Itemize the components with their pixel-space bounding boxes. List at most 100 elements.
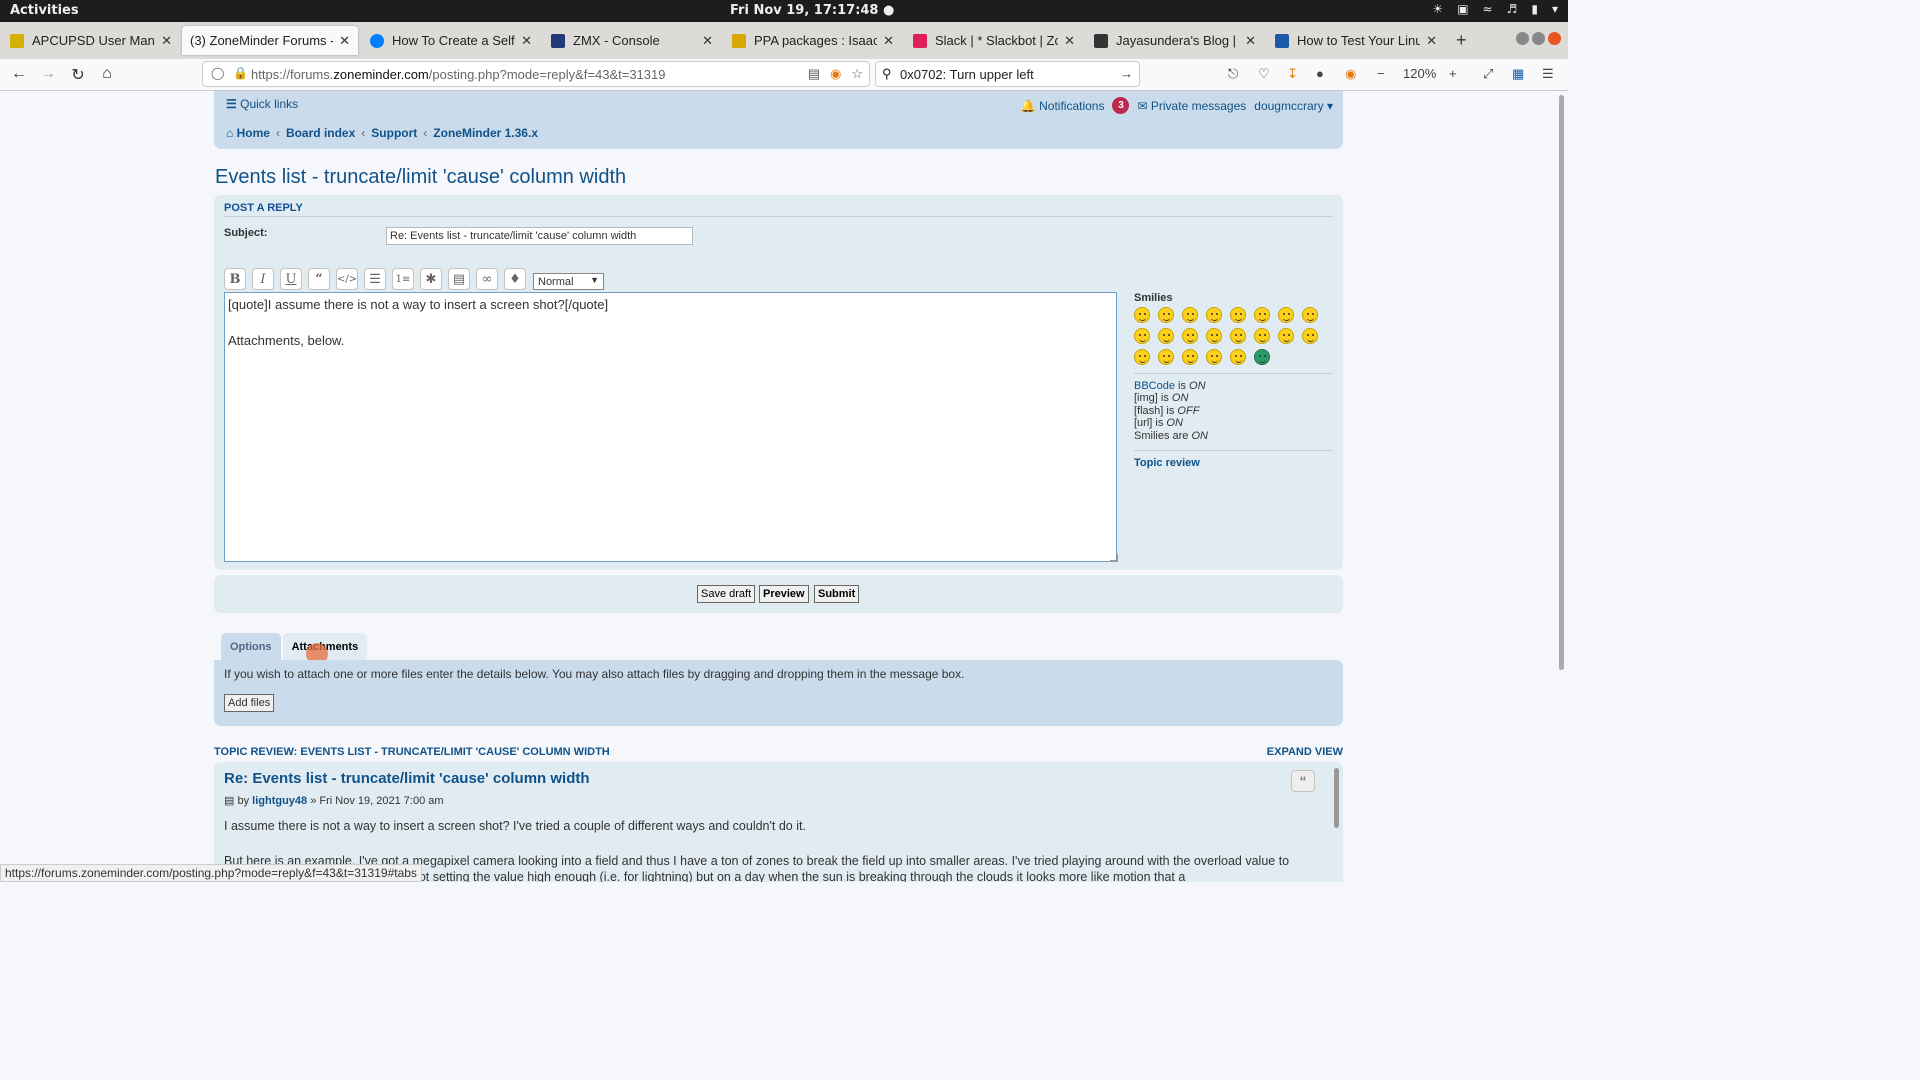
browser-tab[interactable]: ZMX - Console ✕ xyxy=(543,26,721,55)
preview-button[interactable]: Preview xyxy=(759,585,809,603)
user-avatar-icon[interactable]: ▣ xyxy=(1457,2,1468,16)
back-arrow-icon[interactable]: ← xyxy=(9,65,29,83)
smiley-icon[interactable] xyxy=(1254,328,1270,344)
smiley-icon[interactable] xyxy=(1158,328,1174,344)
close-tab-icon[interactable]: ✕ xyxy=(1426,33,1437,49)
close-tab-icon[interactable]: ✕ xyxy=(883,33,894,49)
browser-tab[interactable]: How To Create a Self-Sig ✕ xyxy=(362,26,540,55)
geek-smiley-icon[interactable] xyxy=(1254,349,1270,365)
question-icon[interactable] xyxy=(1158,349,1174,365)
reader-view-icon[interactable]: ▤ xyxy=(808,66,820,82)
shield-icon[interactable]: ◯ xyxy=(211,66,224,80)
lock-icon[interactable]: 🔒 xyxy=(233,66,248,80)
smiley-icon[interactable] xyxy=(1230,349,1246,365)
close-window-icon[interactable] xyxy=(1548,32,1561,45)
bold-icon[interactable]: B xyxy=(224,268,246,290)
pocket-icon[interactable]: ♡ xyxy=(1258,66,1270,82)
bookmark-star-icon[interactable]: ☆ xyxy=(851,66,863,82)
color-drop-icon[interactable]: ♦ xyxy=(504,268,526,290)
close-tab-icon[interactable]: ✕ xyxy=(1064,33,1075,49)
topic-review-link[interactable]: Topic review xyxy=(1134,457,1334,469)
activities-button[interactable]: Activities xyxy=(10,3,79,18)
breadcrumb-board-index[interactable]: Board index xyxy=(286,126,355,140)
list-item-asterisk-icon[interactable]: ✱ xyxy=(420,268,442,290)
close-tab-icon[interactable]: ✕ xyxy=(521,33,532,49)
smiley-icon[interactable] xyxy=(1134,328,1150,344)
smiley-icon[interactable] xyxy=(1302,307,1318,323)
smiley-icon[interactable] xyxy=(1158,307,1174,323)
smiley-icon[interactable] xyxy=(1302,328,1318,344)
browser-tab-active[interactable]: (3) ZoneMinder Forums - Po ✕ xyxy=(182,26,358,55)
notification-count-badge[interactable]: 3 xyxy=(1112,97,1130,114)
home-icon[interactable]: ⌂ xyxy=(97,65,117,83)
feed-icon[interactable]: ◉ xyxy=(1345,66,1356,82)
arrow-icon[interactable] xyxy=(1206,349,1222,365)
screenshot-icon[interactable]: ⎋ xyxy=(1228,66,1238,82)
zoom-level[interactable]: 120% xyxy=(1403,66,1436,81)
breadcrumb-support[interactable]: Support xyxy=(371,126,417,140)
tab-options[interactable]: Options xyxy=(221,633,281,660)
search-bar[interactable]: ⚲ 0x0702: Turn upper left → xyxy=(875,61,1140,87)
breadcrumb-home[interactable]: ⌂ Home xyxy=(226,126,270,140)
smiley-icon[interactable] xyxy=(1134,307,1150,323)
notifications-link[interactable]: 🔔 Notifications xyxy=(1021,99,1105,113)
smiley-icon[interactable] xyxy=(1182,307,1198,323)
minimize-window-icon[interactable] xyxy=(1516,32,1529,45)
reader-extension-icon[interactable]: ▦ xyxy=(1512,66,1524,82)
smiley-icon[interactable] xyxy=(1278,328,1294,344)
rss-icon[interactable]: ◉ xyxy=(830,66,841,82)
page-scrollbar[interactable] xyxy=(1559,95,1564,670)
exclamation-icon[interactable] xyxy=(1134,349,1150,365)
browser-tab[interactable]: Slack | * Slackbot | ZoneM ✕ xyxy=(905,26,1083,55)
close-tab-icon[interactable]: ✕ xyxy=(339,33,350,49)
page-title[interactable]: Events list - truncate/limit 'cause' col… xyxy=(215,166,626,189)
zoom-in-icon[interactable]: + xyxy=(1449,66,1457,81)
underline-icon[interactable]: U xyxy=(280,268,302,290)
code-icon[interactable]: </> xyxy=(336,268,358,290)
review-scrollbar[interactable] xyxy=(1334,768,1339,828)
smiley-icon[interactable] xyxy=(1206,307,1222,323)
smiley-icon[interactable] xyxy=(1182,328,1198,344)
close-tab-icon[interactable]: ✕ xyxy=(161,33,172,49)
message-textarea[interactable]: [quote]I assume there is not a way to in… xyxy=(224,292,1117,562)
downloads-icon[interactable]: ↧ xyxy=(1287,66,1298,82)
new-tab-plus-icon[interactable]: + xyxy=(1456,30,1467,51)
battery-icon[interactable]: ▮ xyxy=(1531,2,1538,16)
browser-tab[interactable]: PPA packages : Isaac Con ✕ xyxy=(724,26,902,55)
list-icon[interactable]: ☰ xyxy=(364,268,386,290)
smiley-icon[interactable] xyxy=(1230,307,1246,323)
smiley-icon[interactable] xyxy=(1254,307,1270,323)
idea-icon[interactable] xyxy=(1182,349,1198,365)
close-tab-icon[interactable]: ✕ xyxy=(1245,33,1256,49)
system-tray[interactable]: ☀ ▣ ≈ ♬ ▮ ▾ xyxy=(1432,2,1558,16)
quick-links-menu[interactable]: ☰ Quick links xyxy=(226,97,298,111)
smiley-icon[interactable] xyxy=(1206,328,1222,344)
review-post-title[interactable]: Re: Events list - truncate/limit 'cause'… xyxy=(224,770,590,787)
numbered-list-icon[interactable]: 1≡ xyxy=(392,268,414,290)
reload-icon[interactable]: ↻ xyxy=(68,65,88,85)
close-tab-icon[interactable]: ✕ xyxy=(702,33,713,49)
private-messages-link[interactable]: ✉ Private messages xyxy=(1137,99,1246,113)
zoom-out-icon[interactable]: − xyxy=(1377,66,1385,81)
browser-tab[interactable]: Jayasundera's Blog | A fi ✕ xyxy=(1086,26,1264,55)
browser-tab[interactable]: How to Test Your Linux S ✕ xyxy=(1267,26,1445,55)
volume-icon[interactable]: ♬ xyxy=(1507,2,1518,16)
hamburger-menu-icon[interactable]: ☰ xyxy=(1542,66,1554,82)
url-bar[interactable]: ◯ 🔒 https://forums. zoneminder.com/postin… xyxy=(202,61,870,87)
smiley-icon[interactable] xyxy=(1230,328,1246,344)
maximize-window-icon[interactable] xyxy=(1532,32,1545,45)
smiley-icon[interactable] xyxy=(1278,307,1294,323)
resize-grip-icon[interactable] xyxy=(1110,554,1118,562)
bbcode-link[interactable]: BBCode xyxy=(1134,380,1175,392)
system-clock[interactable]: Fri Nov 19, 17:17:48 ● xyxy=(730,3,894,18)
post-author-link[interactable]: lightguy48 xyxy=(252,795,307,807)
link-icon[interactable]: ∞ xyxy=(476,268,498,290)
quote-icon[interactable]: “ xyxy=(308,268,330,290)
image-icon[interactable]: ▤ xyxy=(448,268,470,290)
breadcrumb-forum[interactable]: ZoneMinder 1.36.x xyxy=(433,126,538,140)
power-menu-icon[interactable]: ▾ xyxy=(1552,2,1558,16)
add-files-button[interactable]: Add files xyxy=(224,694,275,712)
quote-post-icon[interactable]: “ xyxy=(1291,770,1315,792)
subject-input[interactable] xyxy=(386,227,693,245)
forward-arrow-icon[interactable]: → xyxy=(38,65,58,83)
